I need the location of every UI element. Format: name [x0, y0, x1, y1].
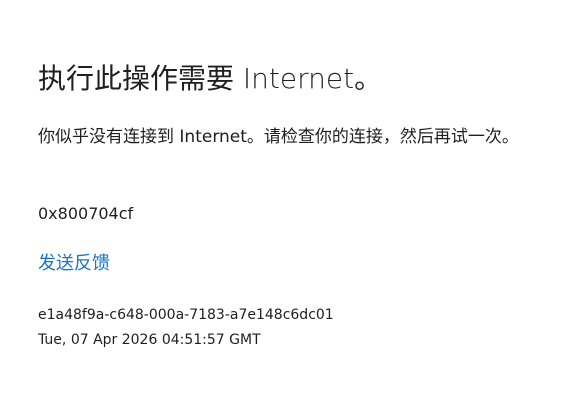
send-feedback-link[interactable]: 发送反馈: [38, 251, 110, 277]
error-code: 0x800704cf: [38, 204, 134, 223]
timestamp: Tue, 07 Apr 2026 04:51:57 GMT: [38, 332, 261, 348]
error-message: 你似乎没有连接到 Internet。请检查你的连接，然后再试一次。: [38, 127, 519, 147]
page-title: 执行此操作需要 Internet。: [38, 62, 383, 95]
correlation-id: e1a48f9a-c648-000a-7183-a7e148c6dc01: [38, 307, 334, 323]
error-page: 执行此操作需要 Internet。 你似乎没有连接到 Internet。请检查你…: [0, 0, 578, 418]
